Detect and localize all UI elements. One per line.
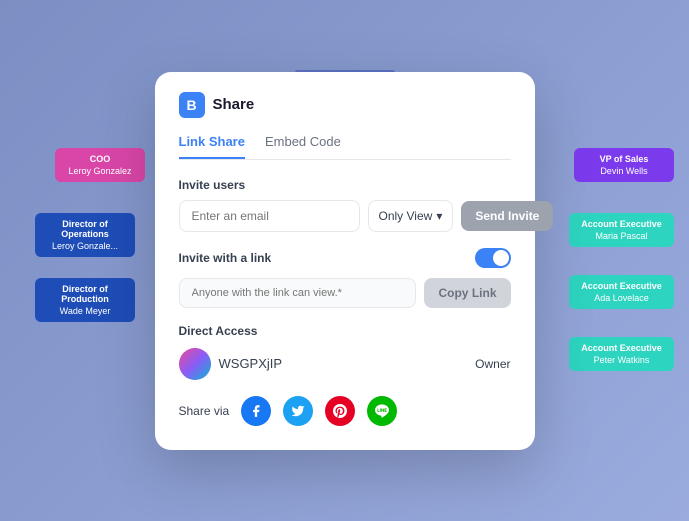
- invite-link-label: Invite with a link: [179, 251, 272, 265]
- modal-brand-icon: B: [179, 92, 205, 118]
- modal-title: Share: [213, 96, 255, 113]
- copy-link-button[interactable]: Copy Link: [424, 278, 510, 308]
- invite-link-toggle[interactable]: [475, 248, 511, 268]
- tab-link-share[interactable]: Link Share: [179, 134, 245, 159]
- invite-users-label: Invite users: [179, 178, 511, 192]
- org-node-ae2: Account Executive Ada Lovelace: [569, 275, 674, 309]
- link-input[interactable]: [179, 278, 417, 308]
- share-modal: B Share Link Share Embed Code Invite use…: [155, 72, 535, 450]
- invite-row: Only View ▾ Send Invite: [179, 200, 511, 232]
- invite-link-section: Invite with a link Copy Link: [179, 248, 511, 308]
- send-invite-button[interactable]: Send Invite: [461, 201, 553, 231]
- twitter-share-button[interactable]: [283, 396, 313, 426]
- org-node-ae3: Account Executive Peter Watkins: [569, 337, 674, 371]
- org-node-vp-sales: VP of Sales Devin Wells: [574, 148, 674, 182]
- invite-users-section: Invite users Only View ▾ Send Invite: [179, 178, 511, 232]
- direct-access-section: Direct Access WSGPXjIP Owner: [179, 324, 511, 380]
- org-node-ae1: Account Executive Maria Pascal: [569, 213, 674, 247]
- tab-embed-code[interactable]: Embed Code: [265, 134, 341, 159]
- org-node-dir-prod: Director ofProduction Wade Meyer: [35, 278, 135, 322]
- share-via-label: Share via: [179, 404, 230, 418]
- link-input-row: Copy Link: [179, 278, 511, 308]
- link-header: Invite with a link: [179, 248, 511, 268]
- direct-access-label: Direct Access: [179, 324, 511, 338]
- user-role: Owner: [475, 357, 510, 371]
- org-node-dir-ops: Director ofOperations Leroy Gonzale...: [35, 213, 135, 257]
- line-share-button[interactable]: [367, 396, 397, 426]
- tabs-container: Link Share Embed Code: [179, 134, 511, 160]
- share-via-section: Share via: [179, 396, 511, 426]
- facebook-share-button[interactable]: [241, 396, 271, 426]
- email-input[interactable]: [179, 200, 360, 232]
- permission-dropdown[interactable]: Only View ▾: [368, 200, 454, 232]
- access-user: WSGPXjIP: [179, 348, 283, 380]
- modal-header: B Share: [179, 92, 511, 118]
- user-avatar: [179, 348, 211, 380]
- avatar-gradient: [179, 348, 211, 380]
- access-user-row: WSGPXjIP Owner: [179, 348, 511, 380]
- username: WSGPXjIP: [219, 356, 283, 371]
- org-node-coo: COO Leroy Gonzalez: [55, 148, 145, 182]
- modal-overlay: B Share Link Share Embed Code Invite use…: [155, 72, 535, 450]
- pinterest-share-button[interactable]: [325, 396, 355, 426]
